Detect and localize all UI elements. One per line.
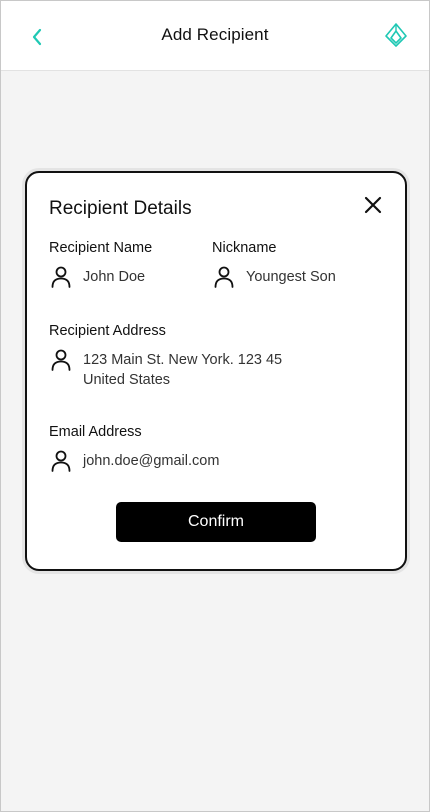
top-app-bar: Add Recipient [1, 1, 429, 71]
person-icon [51, 450, 71, 472]
nickname-label: Nickname [212, 240, 277, 256]
page-title: Add Recipient [161, 25, 269, 44]
brand-logo-icon [385, 23, 407, 47]
recipient-name-label: Recipient Name [49, 240, 153, 256]
recipient-address-line1: 123 Main St. New York. 123 45 [83, 352, 283, 368]
confirm-button[interactable]: Confirm [116, 502, 316, 542]
recipient-address-label: Recipient Address [49, 323, 166, 339]
person-icon [51, 266, 71, 288]
close-icon[interactable] [361, 193, 385, 217]
person-icon [214, 266, 234, 288]
modal-title: Recipient Details [49, 198, 192, 219]
app-screen: Add Recipient Recipient Details Recipien… [0, 0, 430, 812]
nickname-value: Youngest Son [246, 269, 336, 285]
recipient-details-modal: Recipient Details Recipient Name John Do… [25, 171, 407, 571]
email-address-label: Email Address [49, 424, 142, 440]
recipient-name-value: John Doe [83, 269, 146, 285]
person-icon [51, 349, 71, 371]
email-address-value: john.doe@gmail.com [83, 453, 220, 469]
recipient-address-line2: United States [83, 372, 171, 388]
